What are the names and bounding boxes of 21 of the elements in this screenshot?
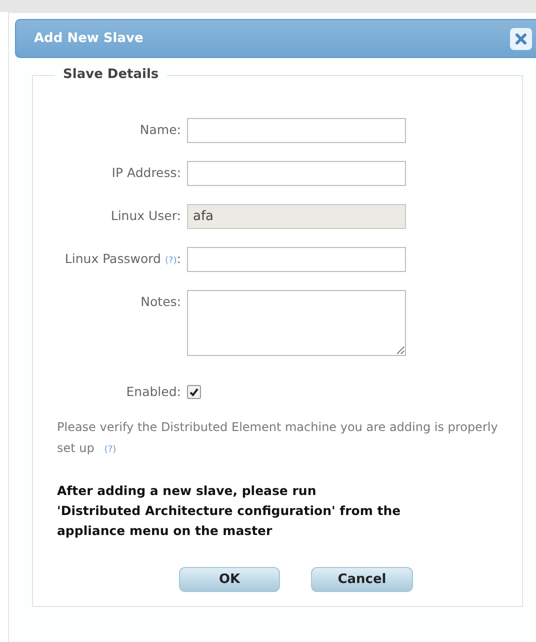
dialog-button[interactable]: Cancel [311,567,413,592]
close-icon [515,32,527,44]
field-label: Enabled: [126,384,181,399]
field-label: Linux Password [64,251,161,266]
info-text: Please verify the Distributed Element machine you are adding is properly set up (?) [57,419,498,457]
field-label: Linux User: [110,208,181,223]
field-label: Notes: [140,294,181,309]
field-label: : [176,251,181,266]
field-label: Name: [140,122,181,137]
notes-field[interactable] [187,290,406,356]
warning-text: appliance menu on the master [57,522,274,540]
window-title: Add New Slave [34,31,144,46]
input-field[interactable] [187,247,406,272]
warning-text: 'Distributed Architecture configuration' from the [57,502,402,520]
input-field[interactable] [187,118,406,143]
checkbox[interactable] [187,385,201,399]
dialog-button[interactable]: OK [179,567,280,592]
warning-text: After adding a new slave, please run [57,482,318,500]
close-button[interactable] [510,28,532,50]
input-field[interactable] [187,161,406,186]
field-label: IP Address: [112,165,181,180]
